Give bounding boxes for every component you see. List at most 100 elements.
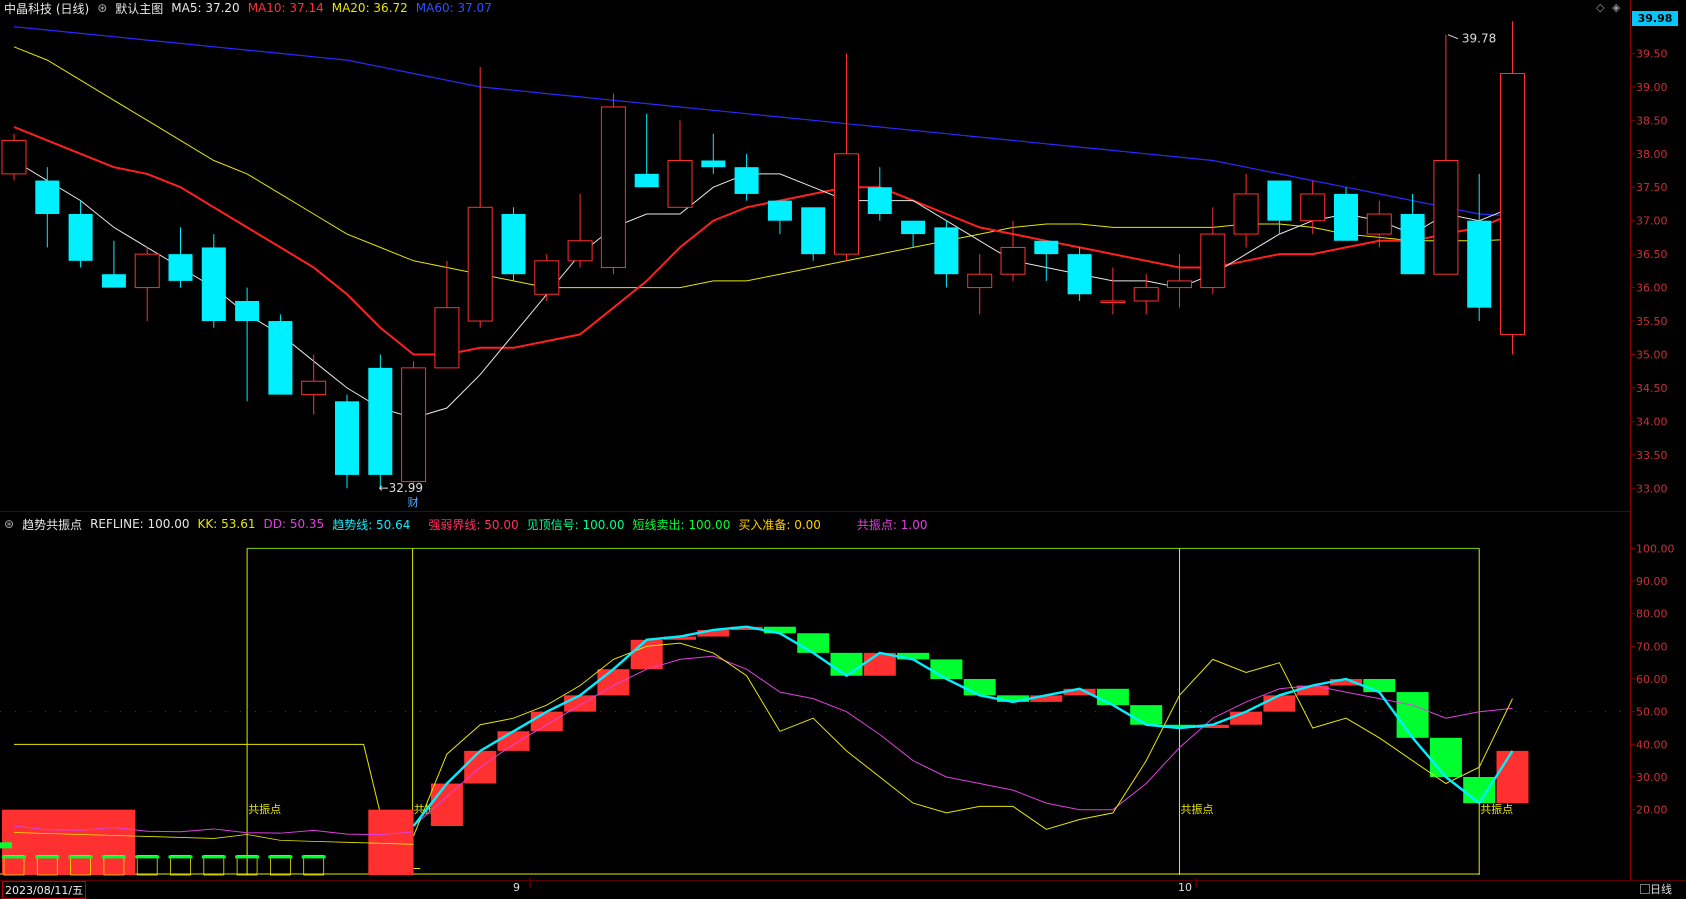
- scroll-handle[interactable]: [1640, 884, 1650, 894]
- candle-up: [1133, 287, 1159, 302]
- candle-up: [1300, 193, 1326, 222]
- green-block: [0, 842, 12, 849]
- candle-down: [901, 220, 926, 235]
- candle-down: [1334, 193, 1358, 241]
- candle-down: [1267, 180, 1292, 221]
- price-axis-label: 37.00: [1636, 215, 1668, 228]
- candle-up: [600, 106, 626, 269]
- trend-block-down: [1429, 737, 1462, 777]
- price-axis-label: 39.00: [1636, 81, 1668, 94]
- candle-down: [68, 214, 93, 261]
- green-block: [235, 855, 260, 859]
- trend-block-down: [797, 633, 830, 653]
- price-axis-label: 37.50: [1636, 181, 1668, 194]
- candle-down: [1400, 214, 1425, 275]
- resonance-tag: 共振点: [1181, 802, 1214, 816]
- candle-down: [1467, 220, 1492, 308]
- price-axis-label: 36.50: [1636, 248, 1668, 261]
- candle-up: [1500, 73, 1525, 335]
- period-tab-daily[interactable]: 日线: [1650, 881, 1672, 897]
- indicator-axis-label: 20.00: [1636, 804, 1668, 817]
- candle-down: [1067, 254, 1092, 295]
- price-axis-label: 33.50: [1636, 449, 1668, 462]
- price-axis-label: 35.00: [1636, 348, 1668, 361]
- trend-block-down: [830, 652, 863, 676]
- stock-chart-canvas[interactable]: 共振点 共振点 共振点 共振点 39.5039.0038.5038.0037.5037…: [0, 0, 1686, 897]
- price-axis-label: 38.50: [1636, 114, 1668, 127]
- trend-block-down: [1396, 692, 1429, 738]
- price-axis: 39.50 39.00 38.50 38.00 37.50 37.00 36.50 36.00…: [1630, 47, 1675, 817]
- indicator-axis-label: 50.00: [1636, 706, 1668, 719]
- candle-up: [134, 253, 160, 289]
- candle-down: [867, 187, 892, 214]
- month-label-9: 9: [513, 881, 520, 894]
- candle-up: [667, 159, 693, 208]
- candle-down: [734, 167, 759, 194]
- red-block: [2, 809, 136, 875]
- price-axis-label: 39.50: [1636, 47, 1668, 60]
- candlesticks: [1, 21, 1525, 489]
- candle-down: [368, 367, 393, 475]
- green-block: [301, 855, 326, 859]
- indicator-axis-label: 70.00: [1636, 640, 1668, 653]
- kk-line: [413, 642, 1513, 836]
- red-block: [368, 809, 414, 875]
- candle-up: [967, 273, 993, 289]
- trend-block-up: [1263, 695, 1296, 712]
- candle-down: [934, 227, 959, 275]
- green-block: [268, 855, 293, 859]
- trend-block-down: [1463, 777, 1496, 804]
- candle-up: [467, 206, 493, 322]
- resonance-tag: 共振点: [248, 802, 281, 816]
- event-marker: 财: [408, 495, 419, 509]
- trend-block-down: [1363, 679, 1396, 693]
- price-axis-label: 33.00: [1636, 482, 1668, 495]
- trend-block-up: [1496, 750, 1529, 804]
- trend-block-up: [597, 669, 630, 696]
- candle-up: [834, 153, 859, 255]
- candle-down: [1034, 240, 1059, 255]
- green-block: [135, 855, 160, 859]
- low-price-label: ←32.99: [379, 481, 423, 495]
- green-block: [68, 855, 93, 859]
- month-label-10: 10: [1178, 881, 1192, 894]
- trend-block-down: [1130, 705, 1163, 725]
- trend-block-up: [564, 695, 597, 712]
- candle-down: [201, 247, 226, 322]
- candle-up: [1167, 280, 1192, 289]
- time-axis-bar: [0, 880, 1686, 898]
- indicator-axis-label: 80.00: [1636, 608, 1668, 621]
- indicator-axis-label: 100.00: [1636, 542, 1675, 555]
- price-axis-label: 34.00: [1636, 415, 1668, 428]
- indicator-axis-label: 30.00: [1636, 771, 1668, 784]
- resonance-tag: 共振点: [1480, 802, 1513, 816]
- candle-up: [1366, 213, 1392, 235]
- candle-up: [1200, 233, 1226, 289]
- candle-up: [1, 139, 27, 175]
- candle-down: [501, 214, 526, 275]
- candle-down: [767, 200, 792, 221]
- trend-block-up: [497, 731, 530, 751]
- chart-grid: [0, 0, 1631, 888]
- indicator-axis-label: 90.00: [1636, 575, 1668, 588]
- trend-block-down: [963, 679, 996, 696]
- trend-block-up: [1230, 711, 1263, 725]
- candle-down: [35, 180, 60, 214]
- candle-down: [335, 401, 359, 475]
- trend-block-down: [1096, 688, 1129, 706]
- candle-up: [1100, 300, 1126, 303]
- price-axis-label: 35.50: [1636, 315, 1668, 328]
- candle-down: [268, 321, 293, 395]
- candle-up: [1433, 159, 1459, 275]
- candle-up: [567, 240, 593, 262]
- candle-up: [1000, 246, 1026, 275]
- candle-up: [434, 307, 460, 369]
- ma20-line: [13, 46, 1513, 289]
- trend-line: [412, 625, 1514, 827]
- trend-block-up: [530, 711, 563, 732]
- green-block: [35, 855, 60, 859]
- green-block: [168, 855, 193, 859]
- moving-averages: [13, 26, 1513, 419]
- candle-up: [1233, 193, 1259, 235]
- green-block: [101, 855, 126, 859]
